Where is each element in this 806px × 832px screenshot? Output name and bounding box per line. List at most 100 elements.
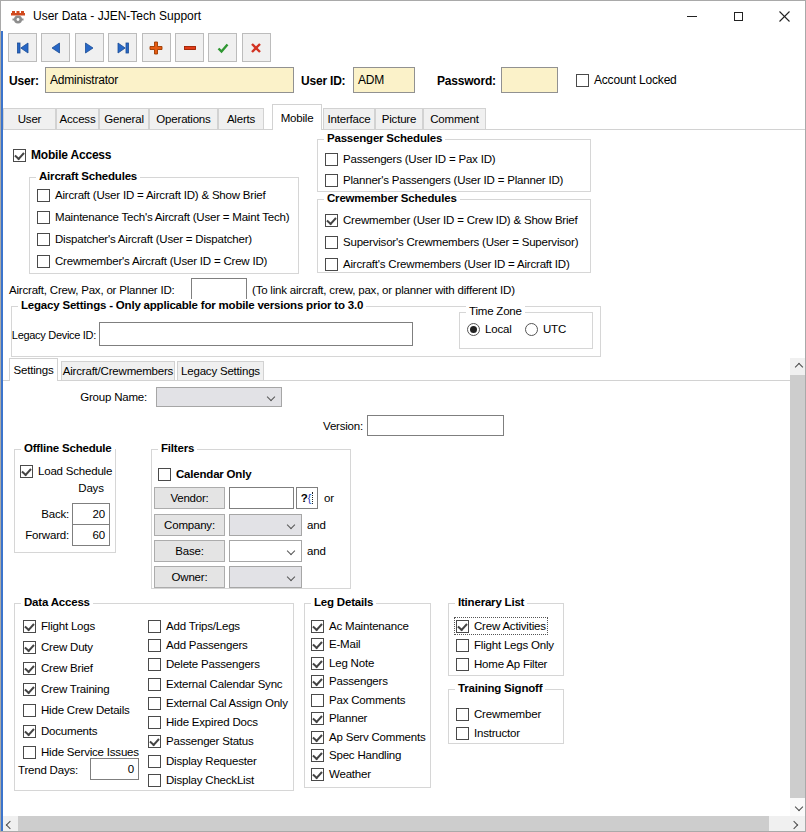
cb-hide-service-issues[interactable]: Hide Service Issues xyxy=(23,745,139,759)
scroll-right-button[interactable] xyxy=(781,816,806,832)
maximize-button[interactable] xyxy=(715,1,761,31)
cb-spec-handling[interactable]: Spec Handling xyxy=(311,748,401,762)
previous-record-button[interactable] xyxy=(41,33,70,62)
cb-weather[interactable]: Weather xyxy=(311,767,371,781)
cb-hide-expired-docs[interactable]: Hide Expired Docs xyxy=(148,715,258,729)
window-title: User Data - JJEN-Tech Support xyxy=(33,9,201,23)
account-locked-checkbox[interactable]: Account Locked xyxy=(576,73,677,87)
filters-title: Filters xyxy=(158,442,197,454)
accept-button[interactable] xyxy=(208,33,237,62)
cb-delete-passengers[interactable]: Delete Passengers xyxy=(148,657,260,671)
cb-external-calendar-sync[interactable]: External Calendar Sync xyxy=(148,677,282,691)
aircraft-schedules-title: Aircraft Schedules xyxy=(36,170,140,182)
cb-ac-maintenance[interactable]: Ac Maintenance xyxy=(311,619,409,633)
version-input[interactable] xyxy=(367,415,504,436)
cb-load-schedule[interactable]: Load Schedule xyxy=(20,464,112,478)
cb-crewmember-aircraft[interactable]: Crewmember's Aircraft (User ID = Crew ID… xyxy=(37,254,267,268)
tab-mobile[interactable]: Mobile xyxy=(272,104,322,130)
tab-alerts[interactable]: Alerts xyxy=(218,108,264,129)
add-record-button[interactable] xyxy=(142,33,171,62)
cb-passenger-status[interactable]: Passenger Status xyxy=(148,734,254,748)
base-dropdown[interactable] xyxy=(229,540,302,562)
cb-display-requester[interactable]: Display Requester xyxy=(148,754,257,768)
cb-pax-comments[interactable]: Pax Comments xyxy=(311,693,405,707)
cb-planner[interactable]: Planner xyxy=(311,711,367,725)
cb-crew-duty[interactable]: Crew Duty xyxy=(23,640,93,654)
mobile-access-checkbox[interactable]: Mobile Access xyxy=(13,148,111,162)
trend-days-input[interactable]: 0 xyxy=(90,758,139,780)
cb-crewmember-crewid[interactable]: Crewmember (User ID = Crew ID) & Show Br… xyxy=(325,213,578,227)
scroll-down-button[interactable] xyxy=(790,798,806,816)
tab-general[interactable]: General xyxy=(99,108,149,129)
cb-hide-crew-details[interactable]: Hide Crew Details xyxy=(23,703,130,717)
cb-planner-passengers[interactable]: Planner's Passengers (User ID = Planner … xyxy=(325,173,563,187)
cb-add-passengers[interactable]: Add Passengers xyxy=(148,638,248,652)
next-record-button[interactable] xyxy=(75,33,104,62)
cb-email[interactable]: E-Mail xyxy=(311,637,360,651)
scroll-up-button[interactable] xyxy=(790,358,806,375)
first-record-button[interactable] xyxy=(8,33,37,62)
subtab-settings[interactable]: Settings xyxy=(9,358,58,381)
cb-aircraft-crewmembers[interactable]: Aircraft's Crewmembers (User ID = Aircra… xyxy=(325,257,570,271)
tab-access[interactable]: Access xyxy=(56,108,99,129)
password-input[interactable] xyxy=(501,67,558,93)
company-dropdown[interactable] xyxy=(229,514,302,536)
group-name-dropdown[interactable] xyxy=(156,387,282,407)
delete-record-button[interactable] xyxy=(175,33,204,62)
minimize-button[interactable] xyxy=(669,1,715,31)
cb-instructor-signoff[interactable]: Instructor xyxy=(456,726,520,740)
vendor-input[interactable] xyxy=(229,487,294,509)
cb-crew-training[interactable]: Crew Training xyxy=(23,682,109,696)
cb-calendar-only[interactable]: Calendar Only xyxy=(158,467,251,481)
cb-dispatcher-aircraft[interactable]: Dispatcher's Aircraft (User = Dispatcher… xyxy=(37,232,252,246)
subtab-legacy-settings[interactable]: Legacy Settings xyxy=(177,361,264,380)
close-button[interactable] xyxy=(761,1,806,31)
company-button[interactable]: Company: xyxy=(154,514,225,536)
tab-operations[interactable]: Operations xyxy=(149,108,218,129)
last-record-button[interactable] xyxy=(108,33,137,62)
owner-button[interactable]: Owner: xyxy=(154,566,225,588)
cb-crew-brief[interactable]: Crew Brief xyxy=(23,661,93,675)
cb-passengers-paxid[interactable]: Passengers (User ID = Pax ID) xyxy=(325,152,495,166)
cb-aircraft-show-brief[interactable]: Aircraft (User ID = Aircraft ID) & Show … xyxy=(37,188,266,202)
cb-home-ap-filter[interactable]: Home Ap Filter xyxy=(456,657,547,671)
legacy-device-id-input[interactable] xyxy=(99,322,413,346)
vertical-scrollbar-thumb[interactable] xyxy=(790,375,806,798)
cb-ap-serv-comments[interactable]: Ap Serv Comments xyxy=(311,730,426,744)
horizontal-scrollbar-thumb[interactable] xyxy=(18,816,769,832)
account-locked-box[interactable] xyxy=(576,74,589,87)
user-id-input[interactable]: ADM xyxy=(353,67,415,93)
subtab-aircraft-crewmembers[interactable]: Aircraft/Crewmembers xyxy=(61,361,175,380)
radio-local[interactable]: Local xyxy=(467,322,512,336)
forward-input[interactable]: 60 xyxy=(72,524,110,546)
owner-dropdown[interactable] xyxy=(229,566,302,588)
cb-maint-tech-aircraft[interactable]: Maintenance Tech's Aircraft (User = Main… xyxy=(37,210,289,224)
cb-supervisor-crewmembers[interactable]: Supervisor's Crewmembers (User = Supervi… xyxy=(325,235,578,249)
offline-schedule-title: Offline Schedule xyxy=(21,442,115,454)
scroll-left-button[interactable] xyxy=(1,816,18,832)
crewmember-schedules-title: Crewmember Schedules xyxy=(324,192,460,204)
cb-display-checklist[interactable]: Display CheckList xyxy=(148,773,254,787)
mobile-access-box[interactable] xyxy=(13,149,26,162)
link-id-input[interactable] xyxy=(191,278,247,301)
vendor-button[interactable]: Vendor: xyxy=(154,487,225,509)
cb-crewmember-signoff[interactable]: Crewmember xyxy=(456,707,541,721)
base-button[interactable]: Base: xyxy=(154,540,225,562)
tab-user[interactable]: User xyxy=(3,108,56,129)
back-input[interactable]: 20 xyxy=(72,503,110,525)
cb-leg-note[interactable]: Leg Note xyxy=(311,656,374,670)
cb-passengers[interactable]: Passengers xyxy=(311,674,388,688)
radio-utc[interactable]: UTC xyxy=(525,322,566,336)
cb-flight-logs[interactable]: Flight Logs xyxy=(23,619,95,633)
tab-interface[interactable]: Interface xyxy=(323,108,375,129)
cancel-button[interactable] xyxy=(242,33,271,62)
cb-external-cal-assign-only[interactable]: External Cal Assign Only xyxy=(148,696,288,710)
tab-comment[interactable]: Comment xyxy=(423,108,486,129)
user-input[interactable]: Administrator xyxy=(45,67,294,93)
vendor-lookup-button[interactable]: ?{ xyxy=(296,487,318,509)
cb-flight-legs-only[interactable]: Flight Legs Only xyxy=(456,638,554,652)
cb-documents[interactable]: Documents xyxy=(23,724,97,738)
cb-crew-activities[interactable]: Crew Activities xyxy=(456,619,546,633)
cb-add-trips-legs[interactable]: Add Trips/Legs xyxy=(148,619,240,633)
tab-picture[interactable]: Picture xyxy=(375,108,423,129)
